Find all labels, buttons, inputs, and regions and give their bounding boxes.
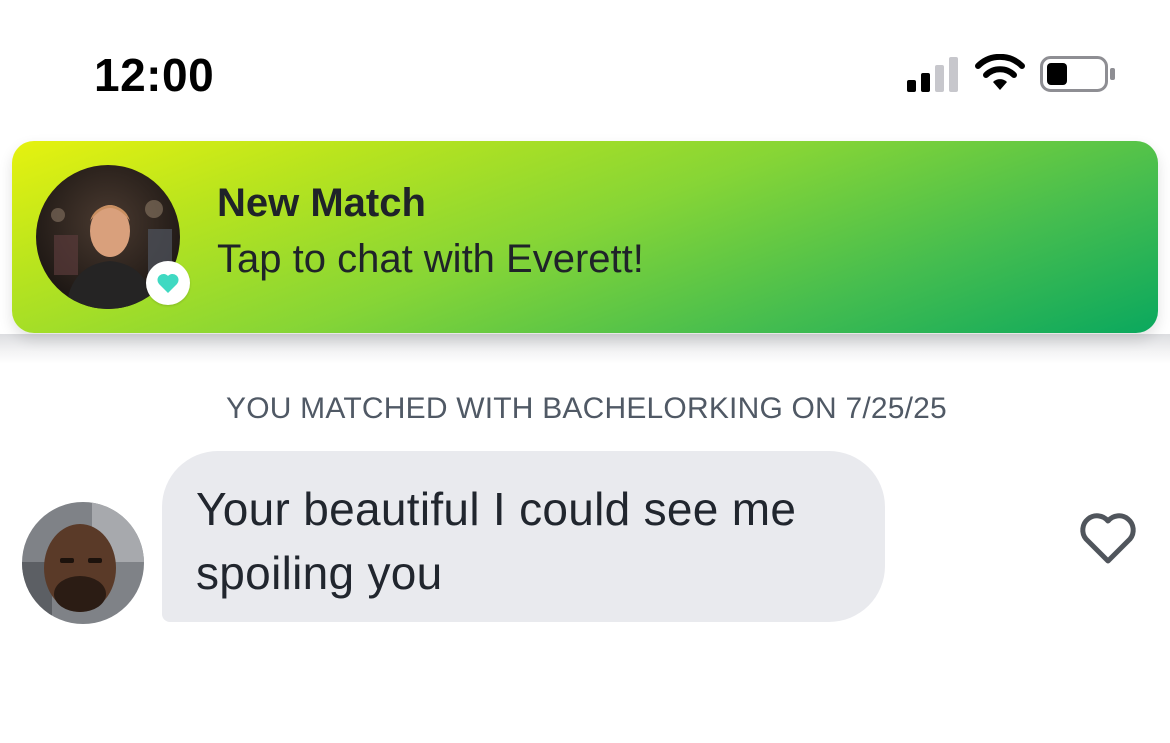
chat-screen: 12:00 New Match Tap to chat with Everett… — [0, 0, 1170, 743]
notification-title: New Match — [217, 181, 426, 225]
battery-icon — [1040, 56, 1115, 92]
cellular-signal-icon — [907, 57, 958, 92]
new-match-notification[interactable]: New Match Tap to chat with Everett! — [12, 141, 1158, 333]
wifi-icon — [975, 54, 1025, 90]
matched-date-label: YOU MATCHED WITH BACHELORKING ON 7/25/25 — [226, 392, 947, 425]
match-badge — [146, 261, 190, 305]
sender-avatar[interactable] — [22, 502, 144, 624]
status-time: 12:00 — [94, 49, 215, 101]
notification-subtitle: Tap to chat with Everett! — [217, 237, 644, 281]
message-bubble[interactable]: Your beautiful I could see me spoiling y… — [162, 451, 885, 622]
message-text: Your beautiful I could see me spoiling y… — [196, 483, 797, 599]
heart-outline-icon[interactable] — [1078, 510, 1138, 566]
heart-icon — [157, 273, 179, 293]
banner-shadow — [0, 334, 1170, 364]
status-bar: 12:00 — [0, 0, 1170, 140]
